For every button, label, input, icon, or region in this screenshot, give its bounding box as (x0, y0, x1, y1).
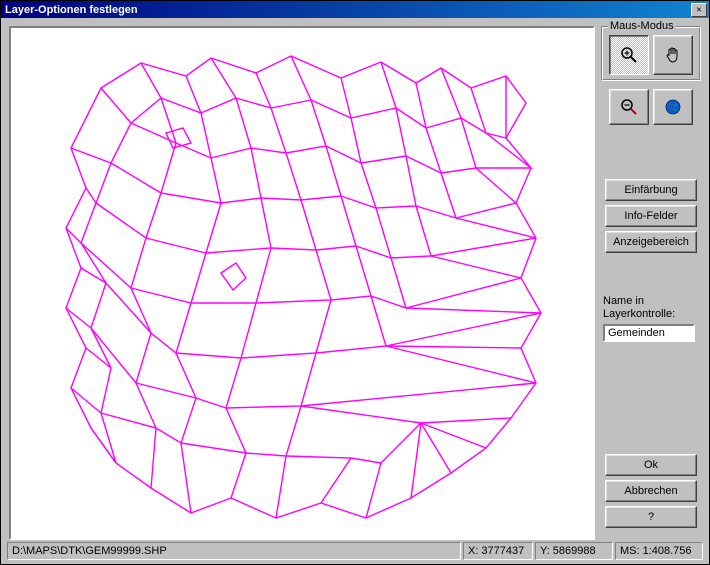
layer-name-label-1: Name in (603, 295, 701, 308)
globe-icon (663, 97, 683, 117)
status-scale: MS: 1:408.756 (615, 542, 703, 560)
cancel-button[interactable]: Abbrechen (605, 480, 697, 502)
ok-button[interactable]: Ok (605, 454, 697, 476)
side-panel: Maus-Modus (601, 26, 701, 540)
status-x-value: 3777437 (481, 545, 524, 557)
dialog-window: Layer-Optionen festlegen ✕ (0, 0, 710, 565)
zoom-out-icon (619, 97, 639, 117)
mouse-mode-group: Maus-Modus (601, 26, 701, 81)
layer-name-input[interactable] (603, 324, 695, 342)
zoom-in-mode-button[interactable] (609, 35, 649, 75)
status-y-label: Y: (540, 545, 550, 557)
status-y: Y: 5869988 (535, 542, 613, 560)
client-area: Maus-Modus (1, 18, 709, 564)
mouse-mode-label: Maus-Modus (608, 20, 676, 32)
status-x-label: X: (468, 545, 478, 557)
hand-icon (663, 45, 683, 65)
window-title: Layer-Optionen festlegen (5, 4, 691, 16)
close-button[interactable]: ✕ (691, 3, 707, 17)
status-x: X: 3777437 (463, 542, 533, 560)
map-boundaries (11, 28, 591, 538)
coloring-button[interactable]: Einfärbung (605, 179, 697, 201)
status-y-value: 5869988 (553, 545, 596, 557)
display-area-button[interactable]: Anzeigebereich (605, 231, 697, 253)
status-ms-value: 1:408.756 (643, 545, 692, 557)
zoom-out-button[interactable] (609, 89, 649, 125)
help-button[interactable]: ? (605, 506, 697, 528)
map-viewport[interactable] (9, 26, 595, 540)
status-path: D:\MAPS\DTK\GEM99999.SHP (7, 542, 461, 560)
status-ms-label: MS: (620, 545, 640, 557)
info-fields-button[interactable]: Info-Felder (605, 205, 697, 227)
main-area: Maus-Modus (3, 20, 707, 542)
layer-name-label-2: Layerkontrolle: (603, 308, 701, 321)
titlebar: Layer-Optionen festlegen ✕ (1, 1, 709, 18)
pan-mode-button[interactable] (653, 35, 693, 75)
statusbar: D:\MAPS\DTK\GEM99999.SHP X: 3777437 Y: 5… (3, 542, 707, 562)
zoom-in-icon (619, 45, 639, 65)
full-extent-button[interactable] (653, 89, 693, 125)
